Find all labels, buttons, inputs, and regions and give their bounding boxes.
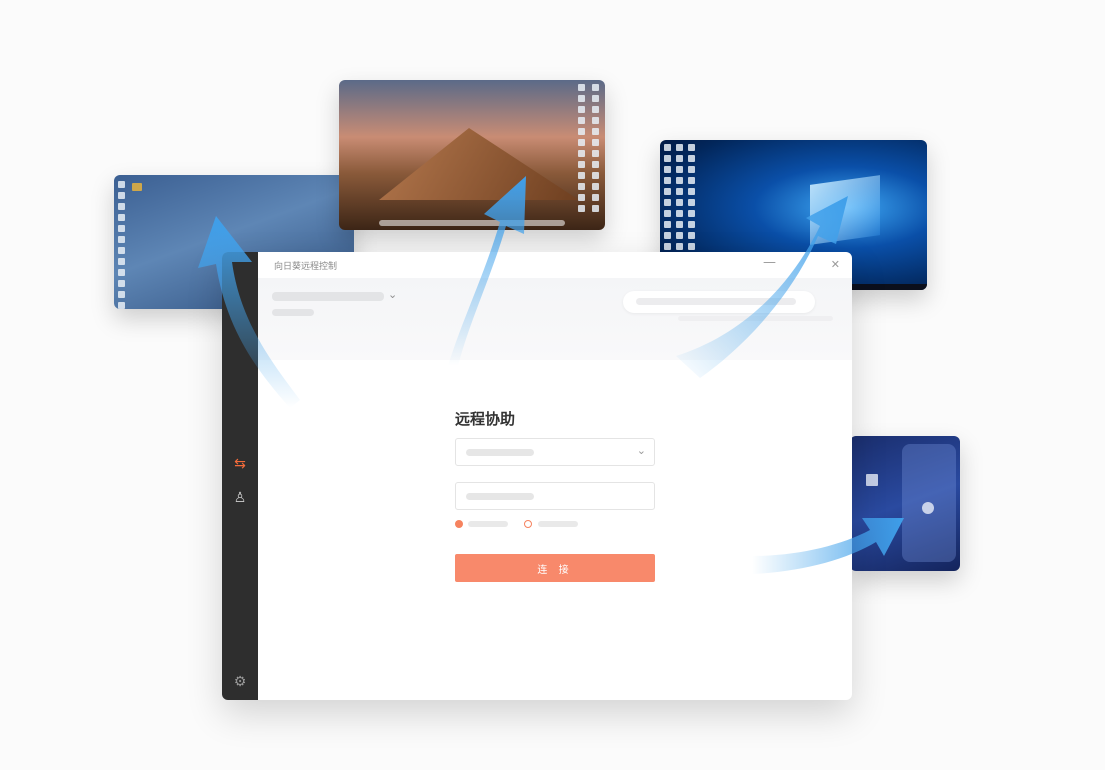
form-title: 远程协助 — [455, 410, 516, 428]
partner-select[interactable]: ⌄ — [455, 438, 655, 466]
select-placeholder — [466, 449, 534, 456]
app-icon — [922, 502, 934, 514]
window-title: 向日葵远程控制 — [274, 262, 338, 272]
remote-assist-panel: 远程协助 ⌄ 连 接 — [258, 360, 852, 700]
contacts-icon[interactable]: ♙ — [230, 488, 250, 508]
app-window: ⇆ ♙ ⚙ 向日葵远程控制 — ✕ ⌄ 远程协助 ⌄ 连 接 — [222, 252, 852, 700]
device-header: ⌄ — [258, 278, 852, 360]
folder-icon — [132, 183, 142, 191]
sidebar: ⇆ ♙ ⚙ — [222, 252, 258, 700]
close-icon[interactable]: ✕ — [831, 258, 840, 271]
connect-button[interactable]: 连 接 — [455, 554, 655, 582]
radio-option-2[interactable] — [524, 520, 532, 528]
code-input[interactable] — [455, 482, 655, 510]
title-bar: 向日葵远程控制 — ✕ — [258, 252, 852, 278]
device-name-placeholder — [272, 292, 384, 301]
radio-label-placeholder — [468, 521, 508, 527]
chevron-down-icon: ⌄ — [636, 444, 646, 457]
windows-logo-light — [810, 175, 880, 245]
marketing-stage: ⇆ ♙ ⚙ 向日葵远程控制 — ✕ ⌄ 远程协助 ⌄ 连 接 — [0, 0, 1105, 770]
search-pill-placeholder — [636, 298, 796, 305]
search-pill-shadow — [678, 316, 833, 321]
desktop-icons — [592, 84, 599, 212]
minimize-icon[interactable]: — — [763, 255, 776, 270]
device-subtitle-placeholder — [272, 309, 314, 316]
chevron-down-icon[interactable]: ⌄ — [388, 288, 397, 301]
input-placeholder — [466, 493, 534, 500]
dune-wallpaper — [379, 128, 579, 200]
swap-arrows-icon[interactable]: ⇆ — [230, 454, 250, 474]
dock — [379, 220, 565, 226]
radio-option-1[interactable] — [455, 520, 463, 528]
macos-desktop-thumbnail — [339, 80, 605, 230]
radio-label-placeholder — [538, 521, 578, 527]
app-icon — [866, 474, 878, 486]
desktop-icons — [118, 181, 125, 309]
mobile-screen-thumbnail — [850, 436, 960, 571]
gear-icon[interactable]: ⚙ — [230, 672, 250, 692]
